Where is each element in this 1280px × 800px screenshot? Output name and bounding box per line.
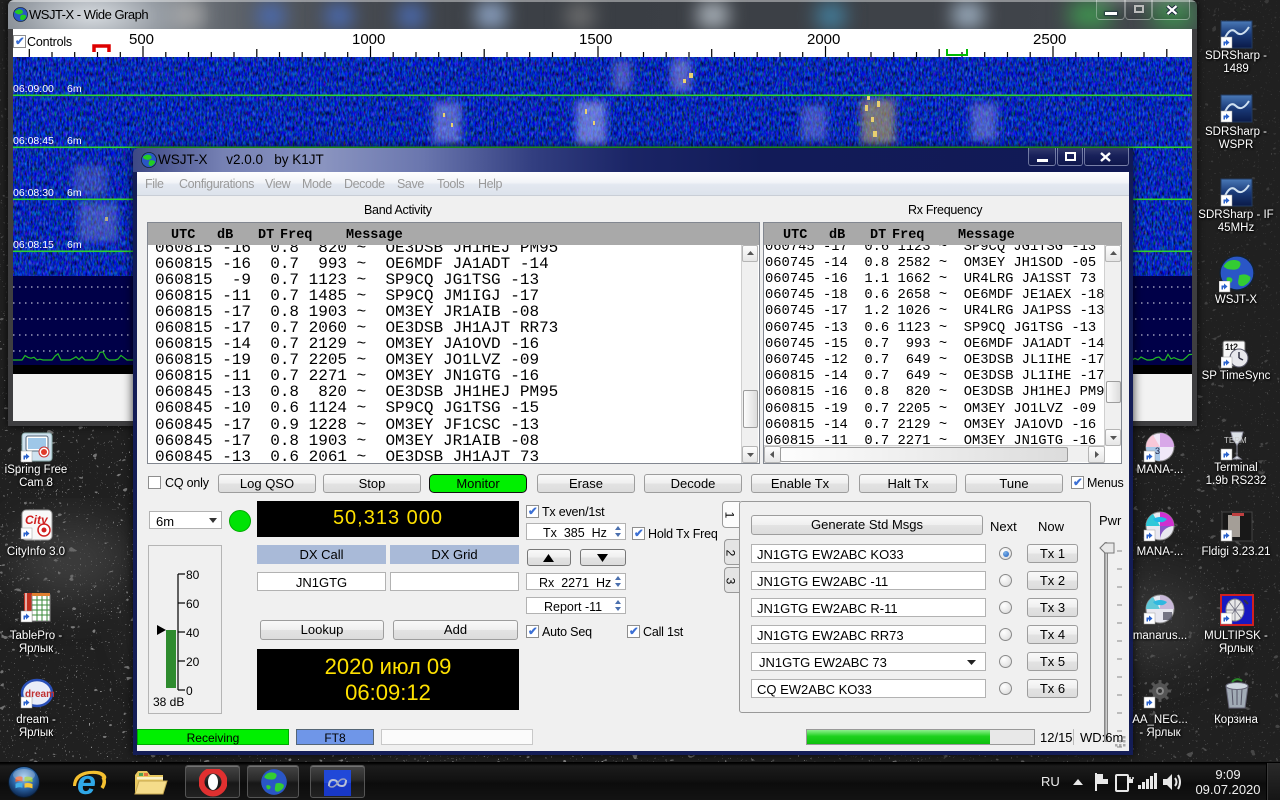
svg-text:20: 20: [186, 655, 200, 669]
svg-text:06:08:15: 06:08:15: [13, 239, 54, 251]
svg-text:6m: 6m: [67, 187, 82, 199]
svg-text:80: 80: [186, 568, 200, 582]
svg-text:0: 0: [186, 684, 193, 698]
svg-text:40: 40: [186, 626, 200, 640]
svg-text:6m: 6m: [67, 83, 82, 95]
svg-text:06:09:00: 06:09:00: [13, 83, 54, 95]
svg-text:60: 60: [186, 597, 200, 611]
svg-text:6m: 6m: [67, 239, 82, 251]
svg-text:06:08:45: 06:08:45: [13, 135, 54, 147]
svg-text:6m: 6m: [67, 135, 82, 147]
svg-text:38 dB: 38 dB: [153, 695, 184, 709]
svg-text:06:08:30: 06:08:30: [13, 187, 54, 199]
